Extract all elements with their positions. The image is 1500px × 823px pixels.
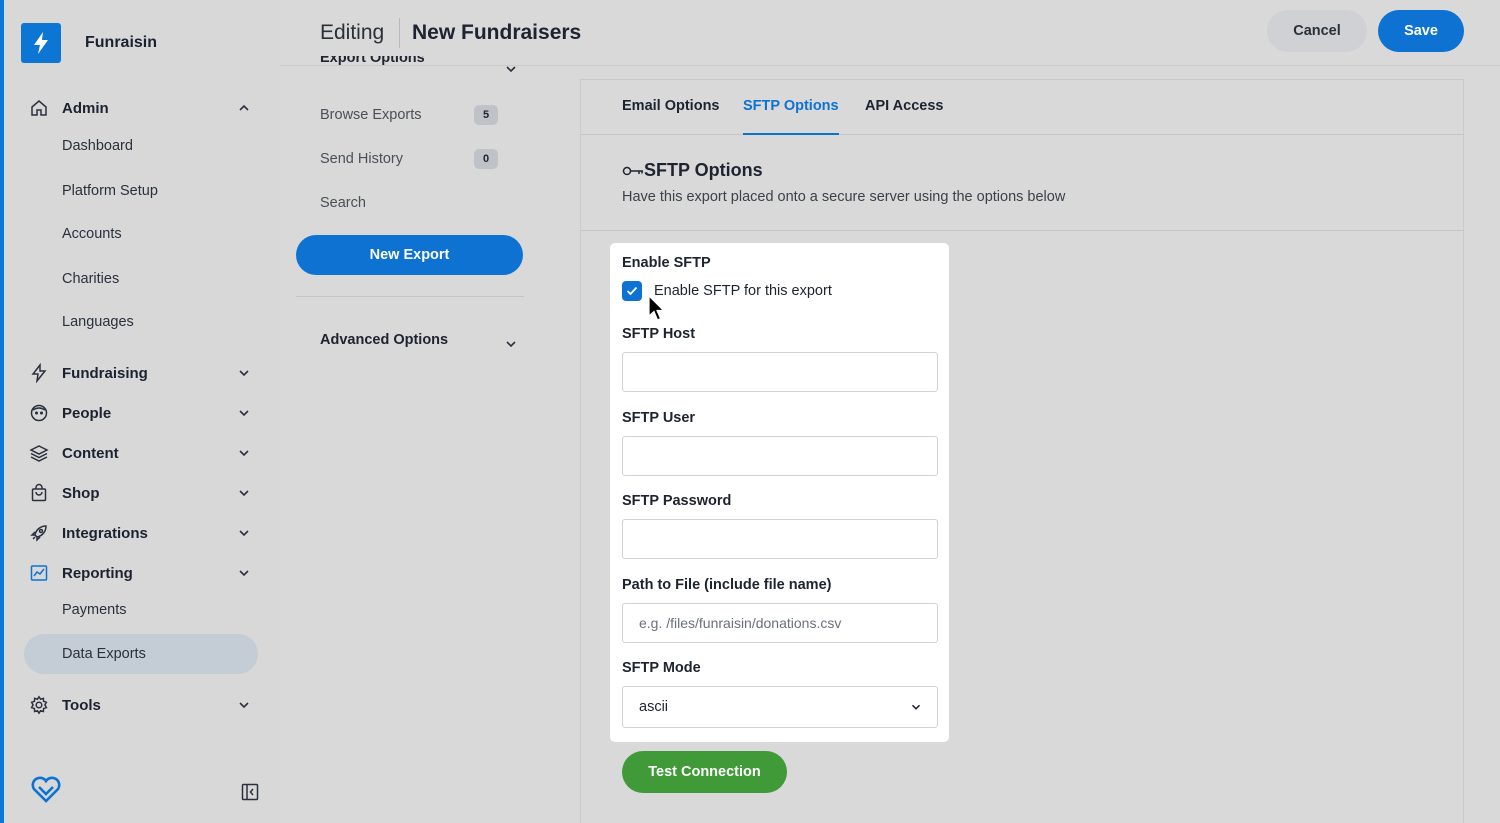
export-options-label: Export Options bbox=[320, 56, 425, 66]
key-icon bbox=[622, 166, 643, 175]
layers-icon bbox=[28, 442, 50, 464]
sftp-password-input[interactable] bbox=[622, 519, 938, 559]
enable-sftp-checkbox-label: Enable SFTP for this export bbox=[654, 283, 832, 299]
nav-item-platform-setup[interactable]: Platform Setup bbox=[24, 171, 258, 211]
tab-api-access[interactable]: API Access bbox=[865, 98, 943, 135]
gear-icon bbox=[28, 694, 50, 716]
count-badge: 0 bbox=[474, 149, 498, 169]
nav-group-shop[interactable]: Shop bbox=[28, 479, 256, 507]
bolt-logo-icon bbox=[21, 23, 61, 63]
sftp-host-label: SFTP Host bbox=[622, 326, 696, 342]
nav-item-charities[interactable]: Charities bbox=[24, 259, 258, 299]
brand[interactable]: Funraisin bbox=[21, 23, 157, 63]
chevron-down-icon bbox=[239, 450, 249, 457]
tab-bar: Email Options SFTP Options API Access bbox=[581, 80, 1463, 135]
nav-group-tools[interactable]: Tools bbox=[28, 691, 256, 719]
new-export-button[interactable]: New Export bbox=[296, 235, 523, 275]
nav-group-label: People bbox=[62, 404, 112, 422]
nav-group-integrations[interactable]: Integrations bbox=[28, 519, 256, 547]
bolt-icon bbox=[28, 362, 50, 384]
section-title: SFTP Options bbox=[622, 160, 763, 181]
chevron-down-icon bbox=[239, 570, 249, 577]
mouse-cursor-icon bbox=[648, 295, 665, 321]
home-icon bbox=[28, 97, 50, 119]
sftp-mode-label: SFTP Mode bbox=[622, 660, 701, 676]
nav-item-languages[interactable]: Languages bbox=[24, 302, 258, 342]
nav-item-dashboard[interactable]: Dashboard bbox=[24, 126, 258, 166]
page-title: New Fundraisers bbox=[412, 21, 582, 44]
chevron-down-icon[interactable] bbox=[503, 336, 519, 352]
section-description: Have this export placed onto a secure se… bbox=[622, 189, 1066, 205]
bag-icon bbox=[28, 482, 50, 504]
advanced-options-toggle[interactable]: Advanced Options bbox=[320, 332, 448, 348]
divider bbox=[581, 230, 1463, 231]
breadcrumb-divider bbox=[399, 18, 400, 48]
chevron-down-icon bbox=[239, 530, 249, 537]
nav-group-label: Tools bbox=[62, 696, 101, 714]
editing-label: Editing bbox=[320, 21, 385, 44]
chevron-down-icon bbox=[239, 370, 249, 377]
nav-group-label: Reporting bbox=[62, 564, 133, 582]
nav-group-label: Content bbox=[62, 444, 119, 462]
nav-group-admin[interactable]: Admin bbox=[28, 94, 256, 122]
search-label: Search bbox=[320, 195, 366, 211]
sftp-user-input[interactable] bbox=[622, 436, 938, 476]
chevron-down-icon[interactable] bbox=[503, 61, 519, 77]
nav-group-label: Integrations bbox=[62, 524, 148, 542]
divider bbox=[296, 296, 524, 297]
save-button[interactable]: Save bbox=[1378, 10, 1464, 52]
chart-icon bbox=[28, 562, 50, 584]
enable-sftp-checkbox[interactable] bbox=[622, 281, 642, 301]
chevron-up-icon bbox=[239, 104, 249, 111]
path-to-file-label: Path to File (include file name) bbox=[622, 577, 832, 593]
browse-exports-link[interactable]: Browse Exports 5 bbox=[320, 103, 500, 127]
nav-group-reporting[interactable]: Reporting bbox=[28, 559, 256, 587]
search-link[interactable]: Search bbox=[320, 191, 500, 215]
chevron-down-icon bbox=[239, 410, 249, 417]
section-title-text: SFTP Options bbox=[644, 160, 763, 180]
nav-group-label: Shop bbox=[62, 484, 100, 502]
sftp-password-label: SFTP Password bbox=[622, 493, 732, 509]
heart-logo-icon[interactable] bbox=[30, 776, 62, 809]
rocket-icon bbox=[28, 522, 50, 544]
cancel-button[interactable]: Cancel bbox=[1267, 10, 1367, 52]
tab-email-options[interactable]: Email Options bbox=[622, 98, 720, 135]
chevron-down-icon bbox=[911, 704, 921, 710]
nav-group-label: Admin bbox=[62, 99, 109, 117]
sftp-user-label: SFTP User bbox=[622, 410, 696, 426]
nav-group-label: Fundraising bbox=[62, 364, 148, 382]
nav-group-content[interactable]: Content bbox=[28, 439, 256, 467]
send-history-link[interactable]: Send History 0 bbox=[320, 147, 500, 171]
sftp-host-input[interactable] bbox=[622, 352, 938, 392]
sftp-mode-select[interactable]: ascii bbox=[622, 686, 938, 728]
browse-exports-label: Browse Exports bbox=[320, 107, 422, 123]
checkmark-icon bbox=[626, 286, 638, 296]
tab-sftp-options[interactable]: SFTP Options bbox=[743, 98, 839, 135]
send-history-label: Send History bbox=[320, 151, 404, 167]
export-options-heading[interactable]: Export Options bbox=[320, 56, 520, 68]
enable-sftp-label: Enable SFTP bbox=[622, 255, 711, 271]
count-badge: 5 bbox=[474, 105, 498, 125]
test-connection-button[interactable]: Test Connection bbox=[622, 751, 787, 793]
nav-item-data-exports[interactable]: Data Exports bbox=[24, 634, 258, 674]
sidebar: Funraisin Admin Dashboard Platform Setup… bbox=[0, 0, 280, 823]
collapse-sidebar-icon[interactable] bbox=[240, 782, 260, 807]
nav-item-payments[interactable]: Payments bbox=[24, 590, 258, 630]
nav-group-people[interactable]: People bbox=[28, 399, 256, 427]
nav-item-accounts[interactable]: Accounts bbox=[24, 214, 258, 254]
brand-name: Funraisin bbox=[85, 34, 158, 51]
face-icon bbox=[28, 402, 50, 424]
nav-group-fundraising[interactable]: Fundraising bbox=[28, 359, 256, 387]
chevron-down-icon bbox=[239, 490, 249, 497]
sftp-mode-value: ascii bbox=[639, 699, 669, 715]
chevron-down-icon bbox=[239, 702, 249, 709]
path-to-file-input[interactable] bbox=[622, 603, 938, 643]
